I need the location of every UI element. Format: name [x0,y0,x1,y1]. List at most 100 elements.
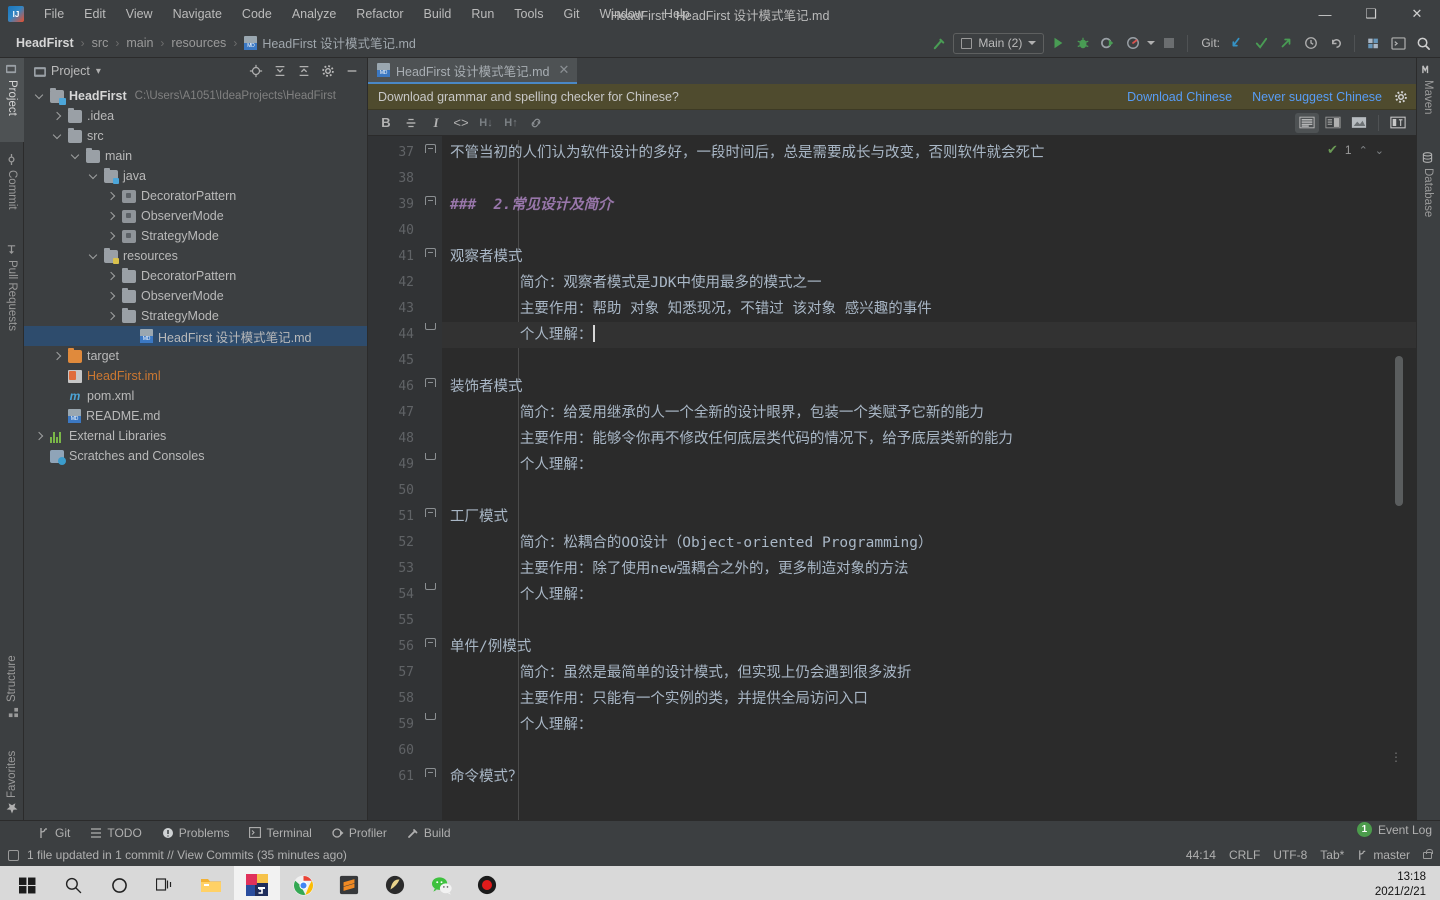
navicat-button[interactable] [372,866,418,900]
italic-button[interactable]: I [424,112,448,134]
markdown-toolbar[interactable]: B I <> H↓ H↑ [368,110,1416,136]
cortana-button[interactable] [96,866,142,900]
line-number[interactable]: 50 [368,478,442,504]
breadcrumb-main[interactable]: main [122,34,157,52]
tree-node[interactable]: java [24,166,367,186]
code-line[interactable]: 主要作用：除了使用new强耦合之外的，更多制造对象的方法 [442,556,1416,582]
tree-node[interactable]: HeadFirst 设计模式笔记.md [24,326,367,346]
menu-edit[interactable]: Edit [74,3,116,25]
terminal-icon[interactable] [1387,32,1409,54]
line-number[interactable]: 47 [368,400,442,426]
tool-window-problems[interactable]: Problems [152,824,240,842]
menu-analyze[interactable]: Analyze [282,3,346,25]
task-view-button[interactable] [142,866,188,900]
sidebar-item-pull-requests[interactable]: Pull Requests [0,238,24,358]
code-fold-bot-icon[interactable] [425,713,436,720]
code-editor[interactable]: 37 38 39 40 41 42 43 44 45 46 47 48 49 50 51 52 53 54 55 56… [368,136,1416,820]
chevron-right-icon[interactable] [106,191,117,202]
editor-tab-headfirst-notes[interactable]: HeadFirst 设计模式笔记.md ✕ [368,58,578,84]
preview-mode-group[interactable] [1295,112,1410,133]
run-with-coverage-button[interactable] [1097,32,1119,54]
breadcrumb-resources[interactable]: resources [167,34,230,52]
window-controls[interactable]: — ❑ ✕ [1302,0,1440,28]
chevron-down-icon[interactable] [88,251,99,262]
code-line[interactable]: 主要作用：能够令你再不修改任何底层类代码的情况下，给予底层类新的能力 [442,426,1416,452]
locate-icon[interactable] [247,62,265,80]
breadcrumb-headfirst[interactable]: HeadFirst [12,34,78,52]
chevron-right-icon[interactable] [106,291,117,302]
status-right-group[interactable]: 44:14 CRLF UTF-8 Tab* master [1186,848,1433,862]
hide-panel-icon[interactable] [343,62,361,80]
sidebar-item-favorites[interactable]: Favorites [0,728,24,820]
code-line[interactable]: 主要作用：帮助 对象 知悉现况，不错过 该对象 感兴趣的事件 [442,296,1416,322]
code-line[interactable]: 主要作用：只能有一个实例的类，并提供全局访问入口 [442,686,1416,712]
event-log-widget[interactable]: 1 Event Log [1356,822,1432,837]
run-button[interactable] [1047,32,1069,54]
download-chinese-link[interactable]: Download Chinese [1117,90,1242,104]
file-encoding[interactable]: UTF-8 [1273,848,1307,862]
chevron-down-icon[interactable] [70,151,81,162]
inspection-widget[interactable]: ✔ 1 ⌃ ⌄ [1327,142,1384,158]
intellij-idea-button[interactable] [234,866,280,900]
tree-node[interactable]: src [24,126,367,146]
menu-view[interactable]: View [116,3,163,25]
tool-window-profiler[interactable]: Profiler [322,824,397,842]
line-number-gutter[interactable]: 37 38 39 40 41 42 43 44 45 46 47 48 49 50 51 52 53 54 55 56… [368,136,442,820]
code-line[interactable]: ### 2.常见设计及简介 [442,192,1416,218]
code-line[interactable]: 装饰者模式 [442,374,1416,400]
project-panel-title-group[interactable]: Project ▾ [34,64,101,78]
chevron-right-icon[interactable] [52,111,63,122]
code-fold-bot-icon[interactable] [425,323,436,330]
menu-run[interactable]: Run [461,3,504,25]
code-fold-top-icon[interactable] [425,508,436,517]
tree-node[interactable]: HeadFirst C:\Users\A1051\IdeaProjects\Hea… [24,86,367,106]
tree-node[interactable]: ObserverMode [24,286,367,306]
tree-node[interactable]: resources [24,246,367,266]
git-push-icon[interactable] [1275,32,1297,54]
debug-button[interactable] [1072,32,1094,54]
chevron-down-icon[interactable]: ⌄ [1375,144,1384,157]
caret-position[interactable]: 44:14 [1186,848,1216,862]
code-line[interactable]: 命令模式？ [442,764,1416,790]
menu-refactor[interactable]: Refactor [346,3,413,25]
maximize-button[interactable]: ❑ [1348,0,1394,28]
tree-node[interactable]: DecoratorPattern [24,186,367,206]
settings-icon[interactable] [1362,32,1384,54]
code-fold-bot-icon[interactable] [425,453,436,460]
code-line[interactable]: 不管当初的人们认为软件设计的多好，一段时间后，总是需要成长与改变，否则软件就会死… [442,140,1416,166]
expand-all-icon[interactable] [271,62,289,80]
taskbar-search-button[interactable] [50,866,96,900]
menu-help[interactable]: Help [654,3,700,25]
line-number[interactable]: 57 [368,660,442,686]
line-number[interactable]: 45 [368,348,442,374]
status-message[interactable]: 1 file updated in 1 commit // View Commi… [27,848,347,862]
git-history-icon[interactable] [1300,32,1322,54]
chevron-right-icon[interactable] [106,271,117,282]
line-number[interactable]: 52 [368,530,442,556]
editor-scrollbar-thumb[interactable] [1395,356,1403,506]
profile-dropdown-icon[interactable] [1147,41,1156,45]
code-line[interactable]: 简介：给爱用继承的人一个全新的设计眼界，包装一个类赋予它新的能力 [442,400,1416,426]
editor-only-view-button[interactable] [1295,112,1319,133]
wechat-button[interactable] [418,866,464,900]
code-line[interactable] [442,348,1416,374]
code-line[interactable]: 简介：虽然是最简单的设计模式，但实现上仍会遇到很多波折 [442,660,1416,686]
code-line[interactable]: 简介：松耦合的OO设计（Object-oriented Programming） [442,530,1416,556]
code-line[interactable] [442,218,1416,244]
line-number[interactable]: 55 [368,608,442,634]
sidebar-item-database[interactable]: Database [1416,146,1440,240]
code-fold-top-icon[interactable] [425,768,436,777]
line-number[interactable]: 48 [368,426,442,452]
code-line[interactable]: 工厂模式 [442,504,1416,530]
menu-navigate[interactable]: Navigate [163,3,232,25]
status-message-group[interactable]: 1 file updated in 1 commit // View Commi… [8,848,347,862]
git-commit-icon[interactable] [1250,32,1272,54]
tree-node[interactable]: StrategyMode [24,226,367,246]
tree-node[interactable]: main [24,146,367,166]
event-log-label[interactable]: Event Log [1378,823,1432,837]
tree-node[interactable]: StrategyMode [24,306,367,326]
tool-window-git[interactable]: Git [28,824,80,842]
chevron-right-icon[interactable] [106,311,117,322]
header-decrease-button[interactable]: H↓ [474,112,498,134]
code-line[interactable]: 单件/例模式 [442,634,1416,660]
